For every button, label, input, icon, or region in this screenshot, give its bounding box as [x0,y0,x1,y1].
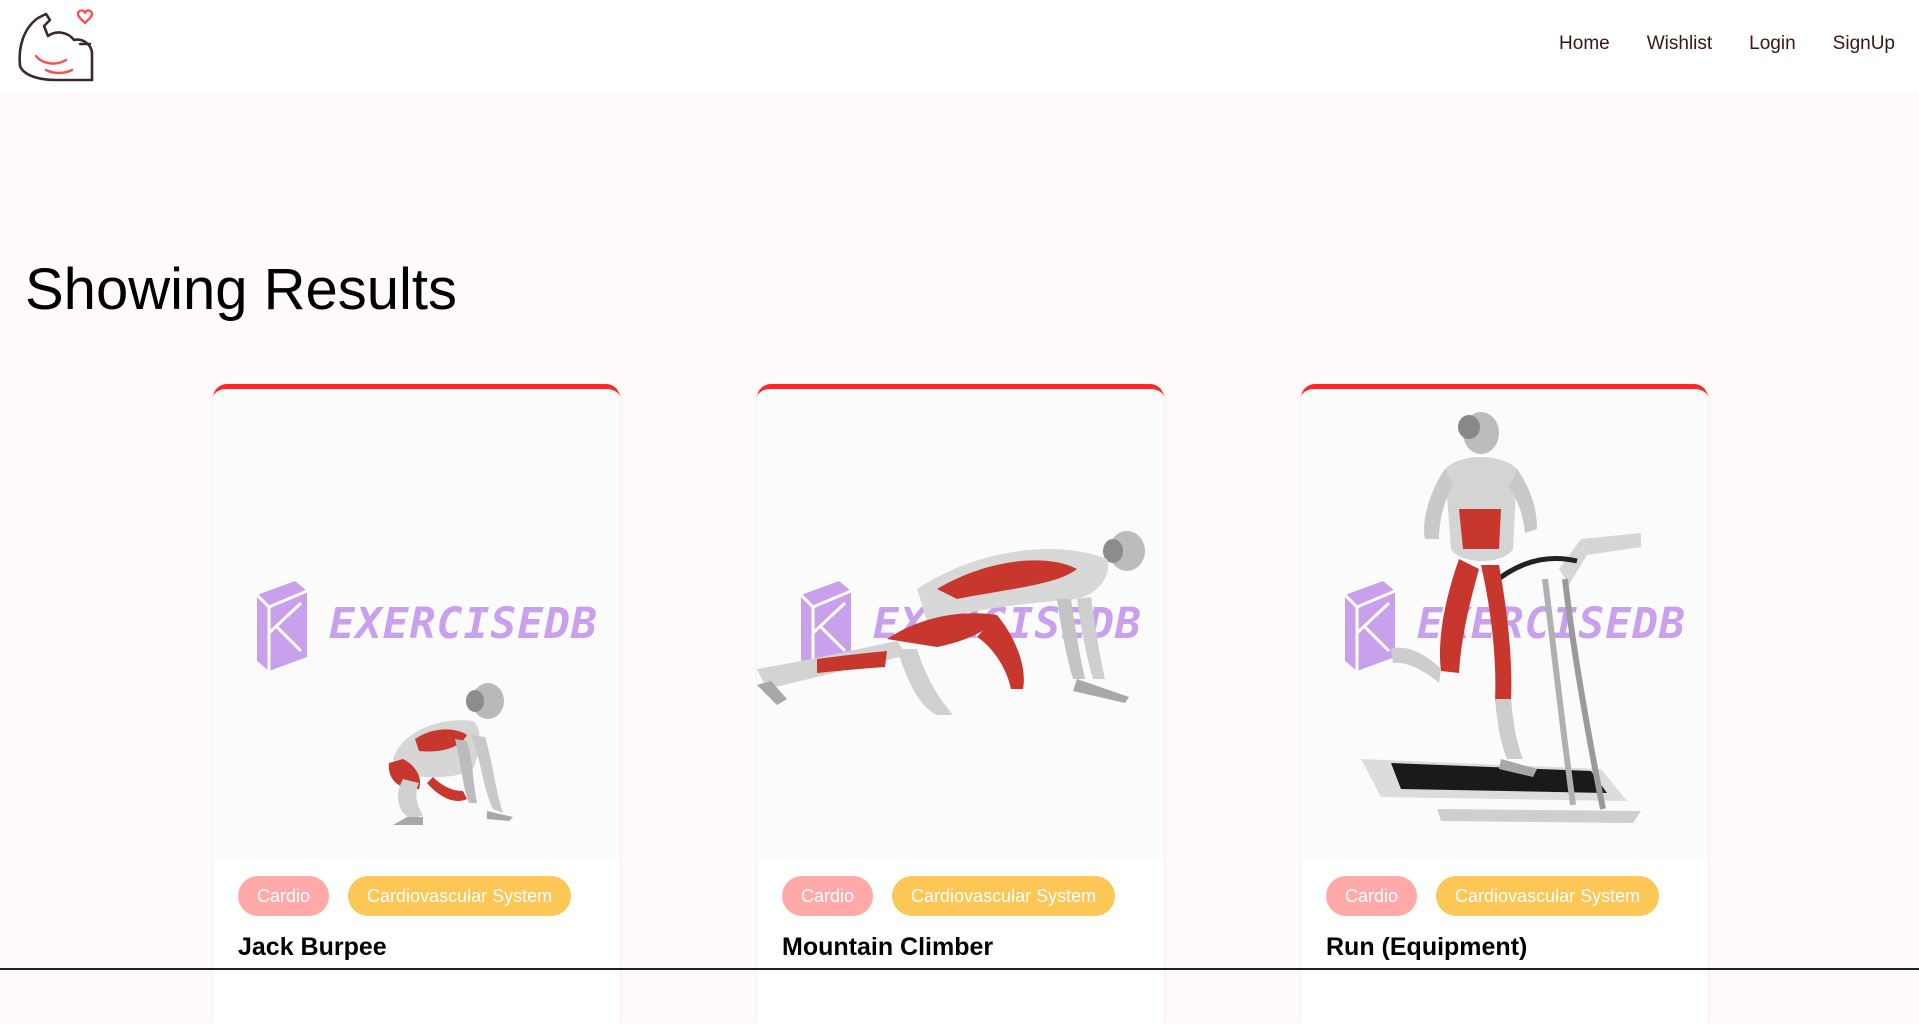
exercise-name: Run (Equipment) [1326,933,1527,962]
bodypart-tag[interactable]: Cardio [238,876,329,916]
target-tag[interactable]: Cardiovascular System [892,876,1115,916]
exercise-figure-illustration [1341,409,1681,849]
exercise-tags: Cardio Cardiovascular System [238,876,571,916]
nav-wishlist-link[interactable]: Wishlist [1647,30,1712,58]
nav-home-link[interactable]: Home [1559,30,1610,58]
exercise-image: EXERCISEDB [757,389,1164,859]
target-tag[interactable]: Cardiovascular System [1436,876,1659,916]
nav-signup-link[interactable]: SignUp [1833,30,1895,58]
exercisedb-logo-icon [251,581,309,671]
watermark-text: EXERCISEDB [329,599,598,649]
bodypart-tag[interactable]: Cardio [1326,876,1417,916]
exercise-name: Jack Burpee [238,933,387,962]
page-title: Showing Results [25,254,457,326]
exercise-image: EXERCISEDB [1301,389,1708,859]
exercise-figure-illustration [757,529,1164,729]
navbar: Home Wishlist Login SignUp [0,0,1919,92]
exercise-card[interactable]: EXERCISEDB Cardio Cardiovascular System [757,384,1164,1024]
exercise-card[interactable]: EXERCISEDB [1301,384,1708,1024]
exercise-card[interactable]: EXERCISEDB Cardio Cardiovascular System … [213,384,620,1024]
exercise-tags: Cardio Cardiovascular System [1326,876,1659,916]
exercise-tags: Cardio Cardiovascular System [782,876,1115,916]
exercise-cards: EXERCISEDB Cardio Cardiovascular System … [0,384,1919,970]
exercise-image: EXERCISEDB [213,389,620,859]
bodypart-tag[interactable]: Cardio [782,876,873,916]
exercise-figure-illustration [363,679,528,829]
exercise-name: Mountain Climber [782,933,993,962]
target-tag[interactable]: Cardiovascular System [348,876,571,916]
nav-links: Home Wishlist Login SignUp [1559,30,1895,58]
nav-login-link[interactable]: Login [1749,30,1796,58]
flexed-arm-heart-icon[interactable] [16,6,96,86]
